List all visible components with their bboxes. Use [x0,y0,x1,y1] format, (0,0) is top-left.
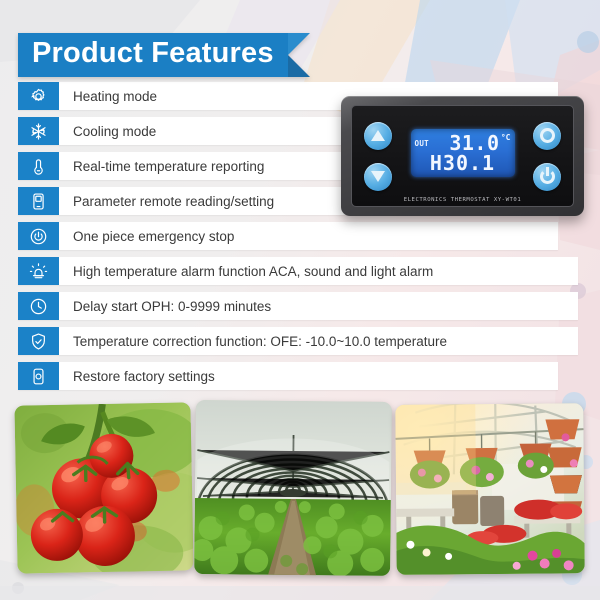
page-title-banner: Product Features [18,33,310,78]
photo-tomatoes [14,402,194,574]
mobile-device-icon [18,187,59,215]
shield-check-icon [18,327,59,355]
feature-label: Real-time temperature reporting [73,158,265,174]
photo-nursery [395,403,585,575]
photo-greenhouse [194,399,392,577]
power-icon [539,167,555,184]
power-button-icon [18,222,59,250]
up-arrow-icon [371,130,385,141]
feature-label: Heating mode [73,88,158,104]
lcd-line-primary: OUT 31.0 °C [414,131,512,155]
down-arrow-icon [371,171,385,182]
feature-label: Restore factory settings [73,368,215,384]
clock-icon [18,292,59,320]
lcd-unit-label: °C [500,133,511,142]
banner-body: Product Features [18,33,288,78]
down-arrow-button[interactable] [364,162,392,191]
thermostat-module: OUT 31.0 °C H30.1 ELECTRONICS THERMOSTAT… [341,96,584,216]
left-button-column [356,106,400,206]
feature-label: Delay start OPH: 0-9999 minutes [73,298,272,314]
feature-row-high-temp-alarm: High temperature alarm function ACA, sou… [18,257,578,285]
lcd-channel-label: OUT [414,139,429,148]
feature-label: Cooling mode [73,123,157,139]
set-ring-button[interactable] [533,121,561,150]
power-button[interactable] [533,162,561,191]
feature-row-restore-factory: Restore factory settings [18,362,558,390]
feature-label: High temperature alarm function ACA, sou… [73,263,434,279]
right-button-column [525,106,569,206]
thermometer-icon [18,152,59,180]
feature-row-emergency-stop: One piece emergency stop [18,222,558,250]
sun-gear-icon [18,82,59,110]
device-model-label: ELECTRONICS THERMOSTAT XY-WT01 [403,197,522,203]
feature-label: Parameter remote reading/setting [73,193,275,209]
power-bar [545,167,549,176]
feature-label: Temperature correction function: OFE: -1… [73,333,448,349]
ribbon-fold-bottom [287,55,310,78]
feature-label: One piece emergency stop [73,228,235,244]
banner-ribbon-tail [287,33,310,78]
up-arrow-button[interactable] [364,121,392,150]
alarm-siren-icon [18,257,59,285]
lcd-display: OUT 31.0 °C H30.1 [410,129,515,177]
feature-row-temperature-correction: Temperature correction function: OFE: -1… [18,327,578,355]
feature-row-delay-start: Delay start OPH: 0-9999 minutes [18,292,578,320]
device-faceplate: OUT 31.0 °C H30.1 ELECTRONICS THERMOSTAT… [351,105,574,207]
lcd-secondary-value: H30.1 [429,151,496,175]
restore-icon [18,362,59,390]
ring-icon [539,128,555,143]
ribbon-fold-top [287,33,310,55]
page-title: Product Features [32,37,274,69]
photo-strip [0,396,600,588]
snowflake-icon [18,117,59,145]
